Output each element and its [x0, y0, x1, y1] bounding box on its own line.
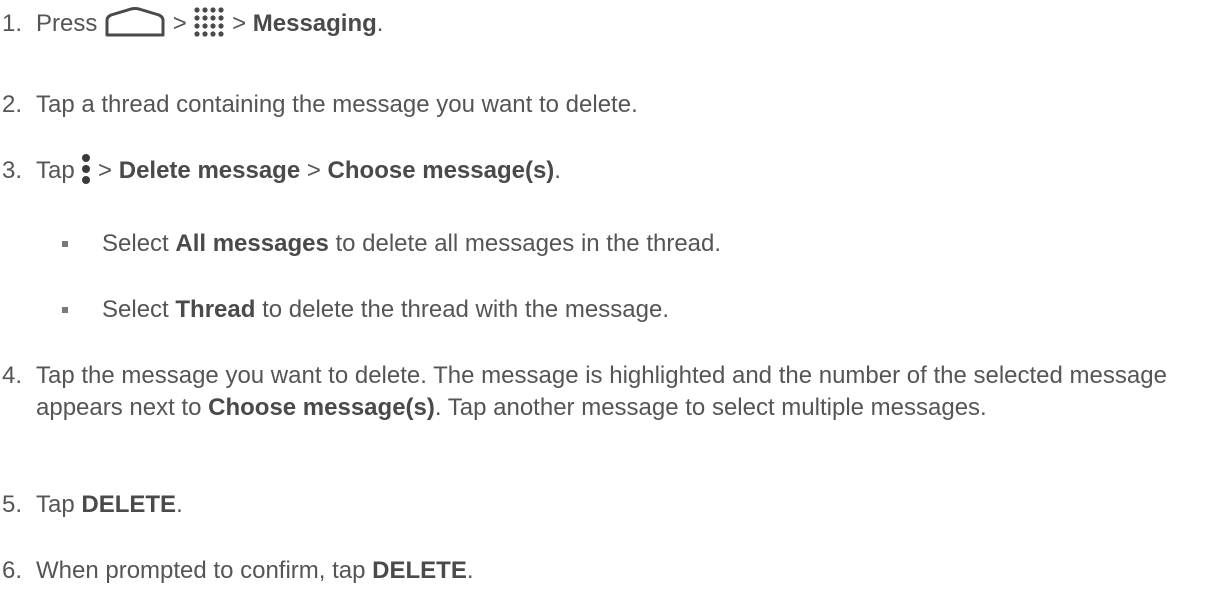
separator: >: [172, 10, 187, 37]
punctuation: .: [554, 157, 561, 184]
separator: >: [232, 10, 247, 37]
messaging-label: Messaging: [252, 10, 377, 37]
choose-messages-label: Choose message(s): [327, 157, 555, 184]
punctuation: .: [466, 557, 474, 584]
tap-label: Tap: [36, 491, 75, 518]
delete-label: DELETE: [81, 491, 177, 518]
select-label: Select: [102, 230, 169, 257]
more-options-icon: [81, 153, 91, 185]
bullet-marker: [62, 307, 68, 313]
step-text: Tap DELETE.: [36, 489, 183, 521]
confirm-text: When prompted to confirm, tap: [36, 557, 366, 584]
bullet-marker: [62, 241, 68, 247]
bullet-text: Select All messages to delete all messag…: [102, 228, 721, 260]
choose-messages-label: Choose message(s): [208, 394, 435, 421]
tap-label: Tap: [36, 157, 75, 184]
home-icon: [104, 6, 166, 37]
apps-grid-icon: [193, 6, 225, 38]
delete-message-label: Delete message: [118, 157, 301, 184]
step-4-text-part-2: . Tap another message to select multiple…: [434, 394, 987, 421]
thread-label: Thread: [175, 296, 256, 323]
select-label: Select: [102, 296, 169, 323]
step-text: When prompted to confirm, tap DELETE.: [36, 555, 474, 587]
separator: >: [306, 157, 321, 184]
step-text: Tap > Delete message > Choose message(s)…: [36, 153, 561, 187]
all-messages-label: All messages: [175, 230, 329, 257]
bullet-rest-text: to delete the thread with the message.: [262, 296, 669, 323]
step-text: Tap the message you want to delete. The …: [36, 360, 1176, 424]
step-text: Tap a thread containing the message you …: [36, 91, 638, 118]
bullet-rest-text: to delete all messages in the thread.: [335, 230, 722, 257]
delete-label: DELETE: [372, 557, 467, 584]
punctuation: .: [176, 491, 183, 518]
punctuation: .: [376, 10, 384, 37]
step-text: Press > > Messaging.: [36, 6, 384, 40]
press-label: Press: [36, 10, 98, 37]
bullet-text: Select Thread to delete the thread with …: [102, 294, 669, 326]
separator: >: [98, 157, 113, 184]
